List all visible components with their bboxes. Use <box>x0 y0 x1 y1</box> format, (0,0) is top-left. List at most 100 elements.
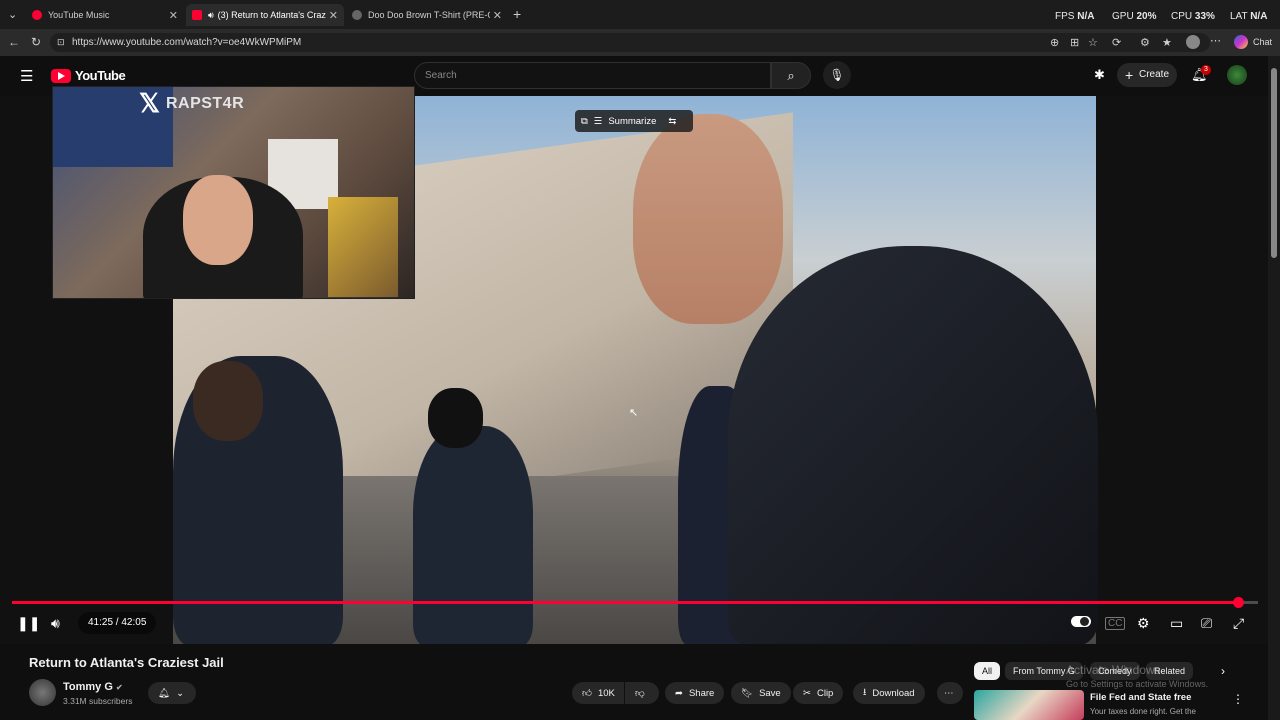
player-controls: ❚❚ 🔊︎ 41:25 / 42:05 CC ⚙ ▭ ⎚ ⤢ <box>0 594 1268 644</box>
webcam-streamer-head <box>183 175 253 265</box>
plus-icon: + <box>1125 67 1134 83</box>
subscribe-notifications-button[interactable]: 🔔︎ ⌄ <box>148 682 196 704</box>
tab-title: YouTube Music <box>48 10 110 20</box>
copilot-icon[interactable] <box>1234 35 1248 49</box>
create-label: Create <box>1139 69 1170 80</box>
app-available-icon[interactable]: ⊞ <box>1070 36 1079 49</box>
chips-next-icon[interactable]: › <box>1221 664 1225 678</box>
streamer-handle-text: RAPST4R <box>165 94 245 112</box>
close-tab-icon[interactable]: ✕ <box>329 9 338 22</box>
recommended-title[interactable]: File Fed and State free <box>1090 692 1191 703</box>
settings-gear-icon[interactable]: ⚙ <box>1137 615 1150 632</box>
video-title: Return to Atlanta's Craziest Jail <box>29 655 224 670</box>
youtube-logo[interactable]: YouTube <box>51 68 126 83</box>
favorite-star-icon[interactable]: ☆ <box>1088 36 1098 49</box>
cast-icon[interactable]: ⎚ <box>1201 615 1212 632</box>
tab-title: Doo Doo Brown T-Shirt (PRE-ORD <box>368 10 490 20</box>
activate-windows-title: Activate Windows <box>1066 663 1161 677</box>
recommended-thumbnail[interactable] <box>974 690 1084 720</box>
time-display: 41:25 / 42:05 <box>78 612 157 634</box>
extension-icon[interactable]: ⚙ <box>1140 36 1150 49</box>
download-icon: ⭳ <box>863 687 867 698</box>
search-button[interactable]: ⌕ <box>771 62 811 89</box>
share-arrow-icon: ➦ <box>675 687 683 699</box>
extension-gear-icon[interactable]: ✱ <box>1094 67 1105 83</box>
download-button[interactable]: ⭳ Download <box>853 682 925 704</box>
video-man-in-jacket <box>728 246 1098 644</box>
youtube-favicon-icon <box>192 10 202 20</box>
fullscreen-icon[interactable]: ⤢ <box>1233 615 1244 632</box>
progress-played <box>12 601 1239 604</box>
create-button[interactable]: + Create <box>1117 63 1177 87</box>
profile-avatar-icon[interactable] <box>1186 35 1200 49</box>
new-tab-icon[interactable]: + <box>513 6 521 22</box>
speaker-icon[interactable]: 🔊︎ <box>208 10 214 21</box>
reload-icon[interactable]: ↻ <box>31 35 41 49</box>
close-tab-icon[interactable]: ✕ <box>493 9 502 22</box>
tab-youtube-music[interactable]: YouTube Music ✕ <box>26 4 184 26</box>
youtube-music-favicon-icon <box>32 10 42 20</box>
subscriber-count: 3.31M subscribers <box>63 696 133 706</box>
tab-tshirt[interactable]: Doo Doo Brown T-Shirt (PRE-ORD ✕ <box>346 4 508 26</box>
bell-icon: 🔔︎ <box>158 687 171 699</box>
search-icon: ⌕ <box>787 68 795 83</box>
pause-icon[interactable]: ❚❚ <box>17 615 40 632</box>
search-input[interactable]: Search <box>414 62 771 89</box>
recommended-subtitle: Your taxes done right. Get the <box>1090 707 1196 716</box>
share-button[interactable]: ➦ Share <box>665 682 725 704</box>
streamer-handle: 𝕏 RAPST4R <box>139 88 244 119</box>
more-actions-button[interactable]: ⋯ <box>937 682 963 704</box>
webcam-comic-poster <box>328 197 398 297</box>
progress-bar[interactable] <box>12 597 1258 608</box>
chip-all[interactable]: All <box>974 662 1001 680</box>
page-scrollbar[interactable] <box>1268 56 1280 720</box>
clip-button[interactable]: ✂ Clip <box>793 682 844 704</box>
url-text: https://www.youtube.com/watch?v=oe4WkWPM… <box>72 37 302 48</box>
progress-scrubber[interactable] <box>1233 597 1245 608</box>
miniplayer-icon[interactable]: ▭ <box>1170 615 1183 632</box>
save-button[interactable]: 🔖︎ Save <box>731 682 791 704</box>
microphone-icon: 🎙︎ <box>829 68 845 82</box>
summarize-icon: ☰ <box>593 115 603 127</box>
video-man-head <box>633 114 783 324</box>
favorites-icon[interactable]: ★ <box>1162 36 1172 49</box>
url-field[interactable]: ⊡ https://www.youtube.com/watch?v=oe4WkW… <box>50 33 1210 52</box>
voice-search-button[interactable]: 🎙︎ <box>823 61 851 89</box>
address-bar: ← ↻ ⊡ https://www.youtube.com/watch?v=oe… <box>0 29 1280 56</box>
tab-list-chevron-icon[interactable]: ⌄ <box>8 8 17 21</box>
search-placeholder: Search <box>425 70 457 81</box>
channel-name[interactable]: Tommy G ✔ <box>63 681 123 693</box>
thumbs-down-icon: 👎︎ <box>635 688 645 699</box>
video-officer-left-head <box>193 361 263 441</box>
x-logo-icon: 𝕏 <box>139 88 160 118</box>
video-details: Return to Atlanta's Craziest Jail Tommy … <box>0 644 1280 720</box>
dislike-button[interactable]: 👎︎ <box>625 682 659 704</box>
translate-icon[interactable]: ⊕ <box>1050 36 1059 49</box>
chevron-down-icon: ⌄ <box>176 687 185 699</box>
refresh-extension-icon[interactable]: ⟳ <box>1112 36 1121 49</box>
channel-avatar[interactable] <box>29 679 56 706</box>
tab-title: (3) Return to Atlanta's Crazie <box>217 10 326 20</box>
like-button[interactable]: 👍︎ 10K <box>572 682 624 704</box>
chat-label[interactable]: Chat <box>1253 37 1272 47</box>
menu-hamburger-icon[interactable]: ☰ <box>20 67 33 85</box>
summarize-button[interactable]: Summarize <box>608 116 656 127</box>
youtube-logo-text: YouTube <box>75 68 126 83</box>
account-avatar[interactable] <box>1227 65 1247 85</box>
site-info-icon[interactable]: ⊡ <box>57 33 65 52</box>
verified-check-icon: ✔ <box>115 683 123 692</box>
back-icon[interactable]: ← <box>8 35 20 49</box>
tab-current-video[interactable]: 🔊︎ (3) Return to Atlanta's Crazie ✕ <box>186 4 344 26</box>
close-tab-icon[interactable]: ✕ <box>169 9 178 22</box>
recommended-more-icon[interactable]: ⋮ <box>1232 692 1244 706</box>
volume-icon[interactable]: 🔊︎ <box>51 615 60 632</box>
more-options-icon[interactable]: ⋯ <box>1210 34 1221 47</box>
captions-icon[interactable]: CC <box>1105 617 1126 630</box>
bookmark-icon: 🔖︎ <box>741 687 754 699</box>
lat-readout: LAT N/A <box>1230 11 1268 22</box>
browser-tab-bar: ⌄ YouTube Music ✕ 🔊︎ (3) Return to Atlan… <box>0 0 1280 29</box>
translate-video-icon[interactable]: ⇆ <box>668 116 676 127</box>
pip-icon[interactable]: ⧉ <box>581 116 588 127</box>
autoplay-toggle[interactable] <box>1071 616 1091 627</box>
scrollbar-thumb[interactable] <box>1271 68 1277 258</box>
